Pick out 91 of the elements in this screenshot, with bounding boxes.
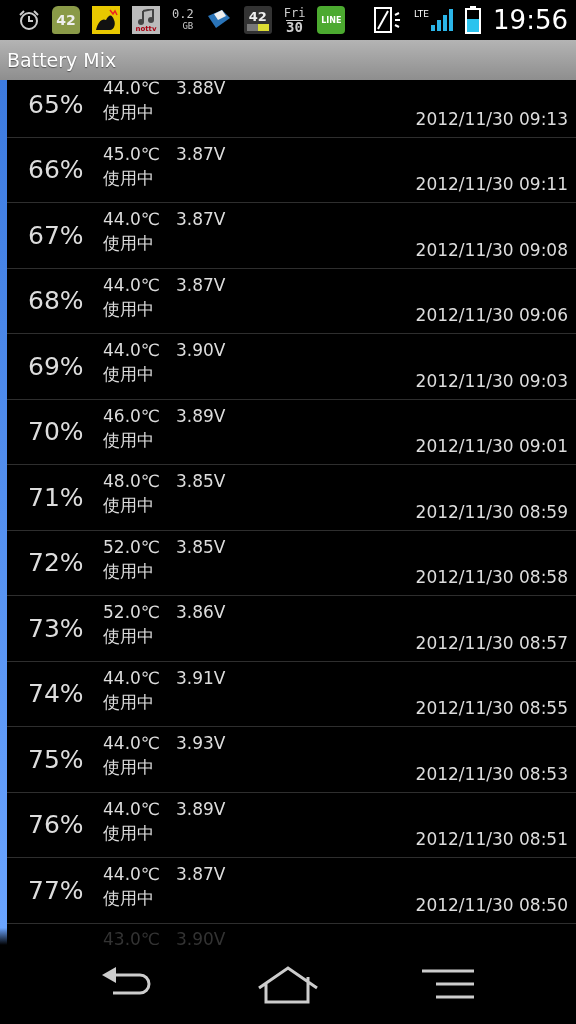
voltage: 3.87V — [175, 208, 226, 232]
battery-percent: 74% — [28, 679, 85, 709]
date-indicator: Fri 30 — [283, 6, 306, 34]
history-row[interactable]: 70% 46.0℃ 3.89V 使用中 2012/11/30 09:01 — [7, 399, 576, 465]
battery-percent: 67% — [28, 220, 85, 250]
history-row[interactable]: 65% 44.0℃ 3.88V 使用中 2012/11/30 09:13 — [7, 80, 576, 138]
temperature: 52.0℃ — [103, 601, 160, 625]
temperature: 46.0℃ — [103, 404, 160, 428]
signal-indicator: LTE — [414, 9, 454, 31]
voltage: 3.89V — [175, 797, 226, 821]
temperature: 44.0℃ — [103, 666, 160, 690]
voltage: 3.88V — [175, 80, 226, 101]
app-title: Battery Mix — [7, 49, 117, 71]
usage-status: 使用中 — [103, 428, 155, 452]
history-row[interactable]: 69% 44.0℃ 3.90V 使用中 2012/11/30 09:03 — [7, 334, 576, 400]
timestamp: 2012/11/30 08:50 — [415, 894, 568, 917]
temperature: 45.0℃ — [103, 142, 160, 166]
temperature: 44.0℃ — [103, 208, 160, 232]
battery-percent: 69% — [28, 351, 85, 381]
android-update-icon: 42 — [52, 6, 80, 34]
voltage: 3.87V — [175, 273, 226, 297]
timestamp: 2012/11/30 08:59 — [415, 501, 568, 524]
history-row[interactable]: 77% 44.0℃ 3.87V 使用中 2012/11/30 08:50 — [7, 858, 576, 924]
chat-app-icon: LINE — [317, 6, 346, 34]
timestamp: 2012/11/30 09:03 — [415, 370, 568, 393]
voltage: 3.90V — [175, 339, 226, 363]
voltage: 3.87V — [175, 863, 226, 887]
battery-percent: 71% — [28, 482, 85, 512]
temperature: 44.0℃ — [103, 80, 160, 101]
history-row[interactable]: 73% 52.0℃ 3.86V 使用中 2012/11/30 08:57 — [7, 596, 576, 662]
timestamp: 2012/11/30 09:11 — [415, 174, 568, 196]
timestamp: 2012/11/30 09:01 — [415, 436, 568, 458]
alarm-clock-icon — [18, 9, 40, 31]
usage-status: 使用中 — [103, 101, 155, 125]
usage-status: 使用中 — [103, 166, 155, 190]
usage-status: 使用中 — [103, 363, 155, 387]
history-row[interactable]: 66% 45.0℃ 3.87V 使用中 2012/11/30 09:11 — [7, 137, 576, 203]
usage-status: 使用中 — [103, 297, 155, 321]
usage-status: 使用中 — [103, 690, 155, 714]
battery-percent: 66% — [28, 155, 85, 185]
voltage: 3.85V — [175, 470, 226, 494]
history-row[interactable]: 72% 52.0℃ 3.85V 使用中 2012/11/30 08:58 — [7, 530, 576, 596]
storage-indicator: 0.2 GB — [172, 8, 194, 32]
usage-status: 使用中 — [103, 559, 155, 583]
history-row[interactable]: 68% 44.0℃ 3.87V 使用中 2012/11/30 09:06 — [7, 268, 576, 334]
usage-status: 使用中 — [103, 821, 155, 845]
battery-percent: 75% — [28, 744, 85, 774]
timestamp: 2012/11/30 08:57 — [415, 632, 568, 655]
usage-status: 使用中 — [103, 887, 155, 911]
voltage: 3.86V — [175, 601, 226, 625]
battery-icon — [465, 6, 482, 34]
timestamp: 2012/11/30 09:06 — [415, 305, 568, 327]
history-row[interactable]: 67% 44.0℃ 3.87V 使用中 2012/11/30 09:08 — [7, 203, 576, 269]
history-row[interactable]: 75% 44.0℃ 3.93V 使用中 2012/11/30 08:53 — [7, 727, 576, 793]
temperature: 44.0℃ — [103, 863, 160, 887]
voltage: 3.89V — [175, 404, 226, 428]
history-row[interactable]: 74% 44.0℃ 3.91V 使用中 2012/11/30 08:55 — [7, 661, 576, 727]
temperature: 52.0℃ — [103, 535, 160, 559]
usage-status: 使用中 — [103, 494, 155, 518]
usage-status: 使用中 — [103, 232, 155, 256]
voltage: 3.85V — [175, 535, 226, 559]
timestamp: 2012/11/30 09:08 — [415, 239, 568, 262]
battery-widget-icon: 42 — [243, 6, 272, 34]
voltage: 3.91V — [175, 666, 226, 690]
menu-icon[interactable] — [422, 968, 475, 1001]
temperature: 44.0℃ — [103, 339, 160, 363]
battery-percent: 72% — [28, 548, 85, 578]
battery-percent: 68% — [28, 286, 85, 316]
temperature: 44.0℃ — [103, 273, 160, 297]
timestamp: 2012/11/30 08:51 — [415, 829, 568, 851]
battery-percent: 70% — [28, 417, 85, 447]
usage-status: 使用中 — [103, 625, 155, 649]
temperature: 48.0℃ — [103, 470, 160, 494]
vibrate-icon — [374, 7, 403, 33]
timestamp: 2012/11/30 08:53 — [415, 763, 568, 786]
usage-status: 使用中 — [103, 756, 155, 780]
battery-percent: 73% — [28, 613, 85, 643]
history-row[interactable]: 71% 48.0℃ 3.85V 使用中 2012/11/30 08:59 — [7, 465, 576, 531]
timestamp: 2012/11/30 08:58 — [415, 567, 568, 589]
timestamp: 2012/11/30 08:55 — [415, 698, 568, 720]
battery-percent: 77% — [28, 875, 85, 905]
temperature: 44.0℃ — [103, 797, 160, 821]
voltage: 3.93V — [175, 732, 226, 756]
clock-time: 19:56 — [493, 5, 568, 35]
home-icon[interactable] — [257, 965, 319, 1004]
voltage: 3.87V — [175, 142, 226, 166]
temperature: 44.0℃ — [103, 732, 160, 756]
timestamp: 2012/11/30 09:13 — [415, 108, 568, 131]
battery-percent: 65% — [28, 89, 85, 119]
battery-percent: 76% — [28, 810, 85, 840]
history-row[interactable]: 76% 44.0℃ 3.89V 使用中 2012/11/30 08:51 — [7, 792, 576, 858]
